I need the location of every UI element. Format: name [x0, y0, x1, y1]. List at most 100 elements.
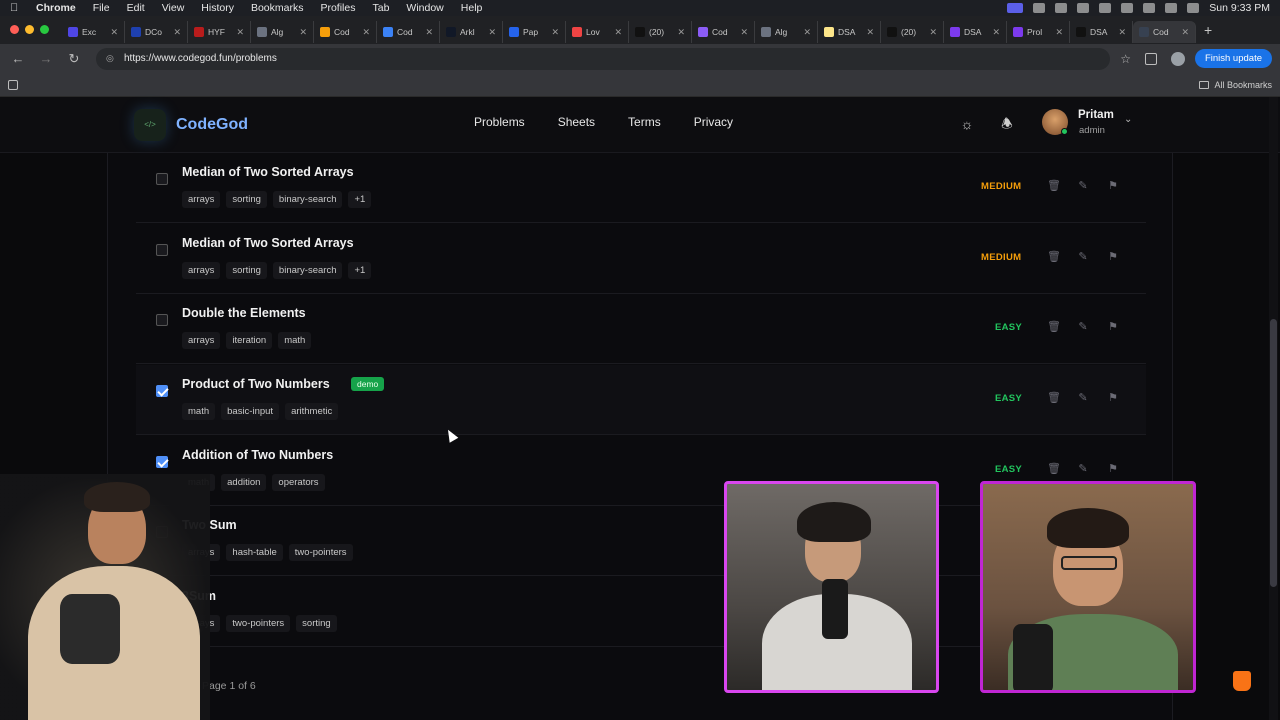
- status-icon[interactable]: [1077, 3, 1090, 13]
- close-window-icon[interactable]: [10, 25, 19, 34]
- menu-help[interactable]: Help: [461, 2, 483, 14]
- menu-view[interactable]: View: [162, 2, 185, 14]
- screen-record-icon[interactable]: [1007, 3, 1024, 13]
- user-name[interactable]: Pritam: [1078, 109, 1114, 121]
- pencil-icon[interactable]: ✎: [1077, 179, 1089, 193]
- close-tab-icon[interactable]: ✕: [488, 27, 496, 38]
- close-tab-icon[interactable]: ✕: [992, 27, 1000, 38]
- browser-tab[interactable]: Alg ✕: [755, 21, 818, 43]
- browser-tab[interactable]: Lov ✕: [566, 21, 629, 43]
- close-tab-icon[interactable]: ✕: [929, 27, 937, 38]
- browser-tab[interactable]: Cod ✕: [692, 21, 755, 43]
- trash-icon[interactable]: 🗑: [1047, 391, 1061, 405]
- close-tab-icon[interactable]: ✕: [740, 27, 748, 38]
- menu-window[interactable]: Window: [406, 2, 443, 14]
- menu-app-name[interactable]: Chrome: [36, 2, 76, 14]
- browser-tab[interactable]: HYF ✕: [188, 21, 251, 43]
- nav-problems[interactable]: Problems: [474, 115, 525, 129]
- solved-checkbox[interactable]: [156, 173, 168, 185]
- site-info-icon[interactable]: ◎: [106, 53, 118, 64]
- solved-checkbox[interactable]: [156, 244, 168, 256]
- trash-icon[interactable]: 🗑: [1047, 250, 1061, 264]
- close-tab-icon[interactable]: ✕: [425, 27, 433, 38]
- status-icon[interactable]: [1099, 3, 1112, 13]
- bookmark-icon[interactable]: ⚑: [1107, 462, 1119, 476]
- close-tab-icon[interactable]: ✕: [236, 27, 244, 38]
- close-tab-icon[interactable]: ✕: [362, 27, 370, 38]
- nav-privacy[interactable]: Privacy: [694, 115, 733, 129]
- browser-tab[interactable]: Alg ✕: [251, 21, 314, 43]
- browser-tab[interactable]: DSA ✕: [818, 21, 881, 43]
- solved-checkbox[interactable]: [156, 456, 168, 468]
- status-icon[interactable]: [1055, 3, 1068, 13]
- pencil-icon[interactable]: ✎: [1077, 391, 1089, 405]
- menu-file[interactable]: File: [93, 2, 110, 14]
- menu-profiles[interactable]: Profiles: [320, 2, 355, 14]
- scrollbar-thumb[interactable]: [1270, 319, 1277, 587]
- bookmark-icon[interactable]: ⚑: [1107, 320, 1119, 334]
- theme-toggle-sun-icon[interactable]: ☼: [958, 116, 976, 134]
- brand-name[interactable]: CodeGod: [176, 116, 248, 134]
- problem-row[interactable]: Median of Two Sorted Arrays arrays sorting…: [136, 224, 1146, 294]
- apps-grid-icon[interactable]: [8, 79, 18, 90]
- browser-tab[interactable]: (20) ✕: [629, 21, 692, 43]
- browser-tab[interactable]: Cod ✕: [1133, 21, 1196, 43]
- browser-tab[interactable]: Cod ✕: [377, 21, 440, 43]
- back-arrow-icon[interactable]: ←: [8, 51, 28, 66]
- all-bookmarks-button[interactable]: All Bookmarks: [1199, 80, 1272, 90]
- close-tab-icon[interactable]: ✕: [866, 27, 874, 38]
- extensions-icon[interactable]: [1144, 52, 1157, 65]
- close-tab-icon[interactable]: ✕: [803, 27, 811, 38]
- notification-bell-icon[interactable]: 🕭: [999, 115, 1015, 133]
- menu-clock[interactable]: Sun 9:33 PM: [1209, 2, 1270, 14]
- problem-title[interactable]: Double the Elements: [182, 306, 306, 320]
- menu-tab[interactable]: Tab: [372, 2, 389, 14]
- nav-terms[interactable]: Terms: [628, 115, 661, 129]
- browser-tab[interactable]: Pap ✕: [503, 21, 566, 43]
- trash-icon[interactable]: 🗑: [1047, 179, 1061, 193]
- new-tab-button[interactable]: +: [1204, 22, 1212, 38]
- close-tab-icon[interactable]: ✕: [614, 27, 622, 38]
- maximize-window-icon[interactable]: [40, 25, 49, 34]
- chevron-down-icon[interactable]: ⌄: [1124, 114, 1132, 125]
- browser-tab[interactable]: Exc ✕: [62, 21, 125, 43]
- browser-tab[interactable]: DCo ✕: [125, 21, 188, 43]
- close-tab-icon[interactable]: ✕: [1055, 27, 1063, 38]
- problem-row[interactable]: Double the Elements arrays iteration math EA…: [136, 294, 1146, 364]
- browser-tab[interactable]: DSA ✕: [1070, 21, 1133, 43]
- status-icon[interactable]: [1033, 3, 1046, 13]
- problem-row[interactable]: Product of Two Numbers demo math basic-inpu…: [136, 365, 1146, 435]
- wifi-icon[interactable]: [1165, 3, 1178, 13]
- bookmark-icon[interactable]: ⚑: [1107, 391, 1119, 405]
- browser-tab[interactable]: Cod ✕: [314, 21, 377, 43]
- control-center-icon[interactable]: [1187, 3, 1200, 13]
- bookmark-icon[interactable]: ⚑: [1107, 250, 1119, 264]
- browser-tab[interactable]: (20) ✕: [881, 21, 944, 43]
- pencil-icon[interactable]: ✎: [1077, 250, 1089, 264]
- battery-icon[interactable]: [1121, 3, 1134, 13]
- bookmark-star-icon[interactable]: ☆: [1120, 52, 1131, 66]
- codegod-logo-icon[interactable]: </>: [134, 108, 166, 141]
- menu-history[interactable]: History: [201, 2, 234, 14]
- pencil-icon[interactable]: ✎: [1077, 462, 1089, 476]
- minimize-window-icon[interactable]: [25, 25, 34, 34]
- nav-sheets[interactable]: Sheets: [558, 115, 595, 129]
- menu-edit[interactable]: Edit: [127, 2, 145, 14]
- browser-tab[interactable]: Arkl ✕: [440, 21, 503, 43]
- problem-title[interactable]: Median of Two Sorted Arrays: [182, 236, 354, 250]
- menu-bookmarks[interactable]: Bookmarks: [251, 2, 304, 14]
- close-tab-icon[interactable]: ✕: [173, 27, 181, 38]
- problem-title[interactable]: Median of Two Sorted Arrays: [182, 165, 354, 179]
- close-tab-icon[interactable]: ✕: [1118, 27, 1126, 38]
- problem-row[interactable]: Median of Two Sorted Arrays arrays sorting…: [136, 153, 1146, 223]
- close-tab-icon[interactable]: ✕: [110, 27, 118, 38]
- bluetooth-icon[interactable]: [1143, 3, 1156, 13]
- url-bar[interactable]: ◎ https://www.codegod.fun/problems: [96, 47, 1111, 70]
- trash-icon[interactable]: 🗑: [1047, 462, 1061, 476]
- close-tab-icon[interactable]: ✕: [1181, 27, 1189, 38]
- pencil-icon[interactable]: ✎: [1077, 320, 1089, 334]
- close-tab-icon[interactable]: ✕: [299, 27, 307, 38]
- finish-update-button[interactable]: Finish update: [1194, 49, 1272, 68]
- page-scrollbar[interactable]: [1269, 97, 1278, 720]
- reload-icon[interactable]: ↻: [64, 51, 84, 67]
